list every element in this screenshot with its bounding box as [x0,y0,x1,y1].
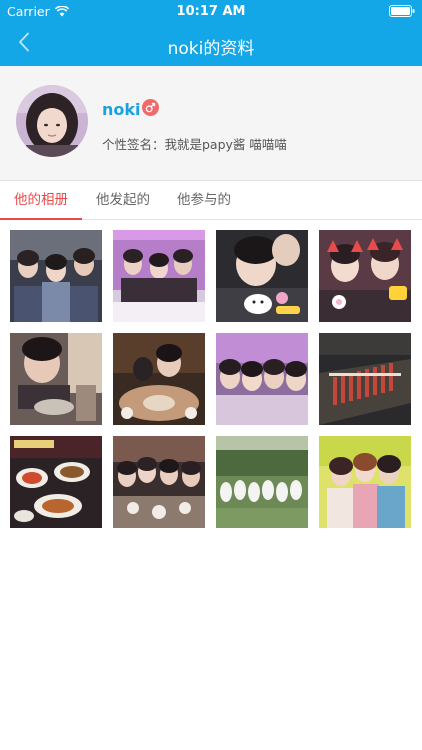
photo-purple-room[interactable] [113,230,205,322]
photo-boy-with-stickers[interactable] [216,230,308,322]
status-time: 10:17 AM [176,4,246,19]
top-bar: Carrier 10:17 AM noki的资料 [0,0,422,66]
signature-text: 个性签名：我就是papy酱 喵喵喵 [102,137,287,152]
tab-label: 他发起的 [96,192,150,208]
tab-label: 他参与的 [177,192,231,208]
page-title: noki的资料 [167,39,255,59]
male-icon [142,99,159,116]
profile-header: noki 个性签名：我就是papy酱 喵喵喵 [0,66,422,181]
tab-label: 他的相册 [14,192,68,208]
photo-bbq-skewers[interactable] [319,333,411,425]
tab-his-participated[interactable]: 他参与的 [164,181,244,219]
tab-bar: 他的相册 他发起的 他参与的 [0,181,422,220]
tab-active-indicator [0,218,82,220]
photo-four-faces-purple[interactable] [216,333,308,425]
username: noki [102,100,141,119]
battery-icon [389,5,415,20]
photo-eating-noodles[interactable] [10,333,102,425]
photo-girls-sitting[interactable] [319,436,411,528]
photo-food-spread[interactable] [10,436,102,528]
status-bar: Carrier 10:17 AM [0,0,422,22]
avatar[interactable] [16,85,88,157]
photo-restaurant-table[interactable] [113,333,205,425]
photo-cat-ear-stickers[interactable] [319,230,411,322]
photo-white-dogs[interactable] [216,436,308,528]
tab-his-album[interactable]: 他的相册 [0,181,82,220]
photo-dinner-group[interactable] [113,436,205,528]
nav-bar: noki的资料 [0,22,422,66]
photo-group-friends[interactable] [10,230,102,322]
tab-his-initiated[interactable]: 他发起的 [82,181,164,219]
